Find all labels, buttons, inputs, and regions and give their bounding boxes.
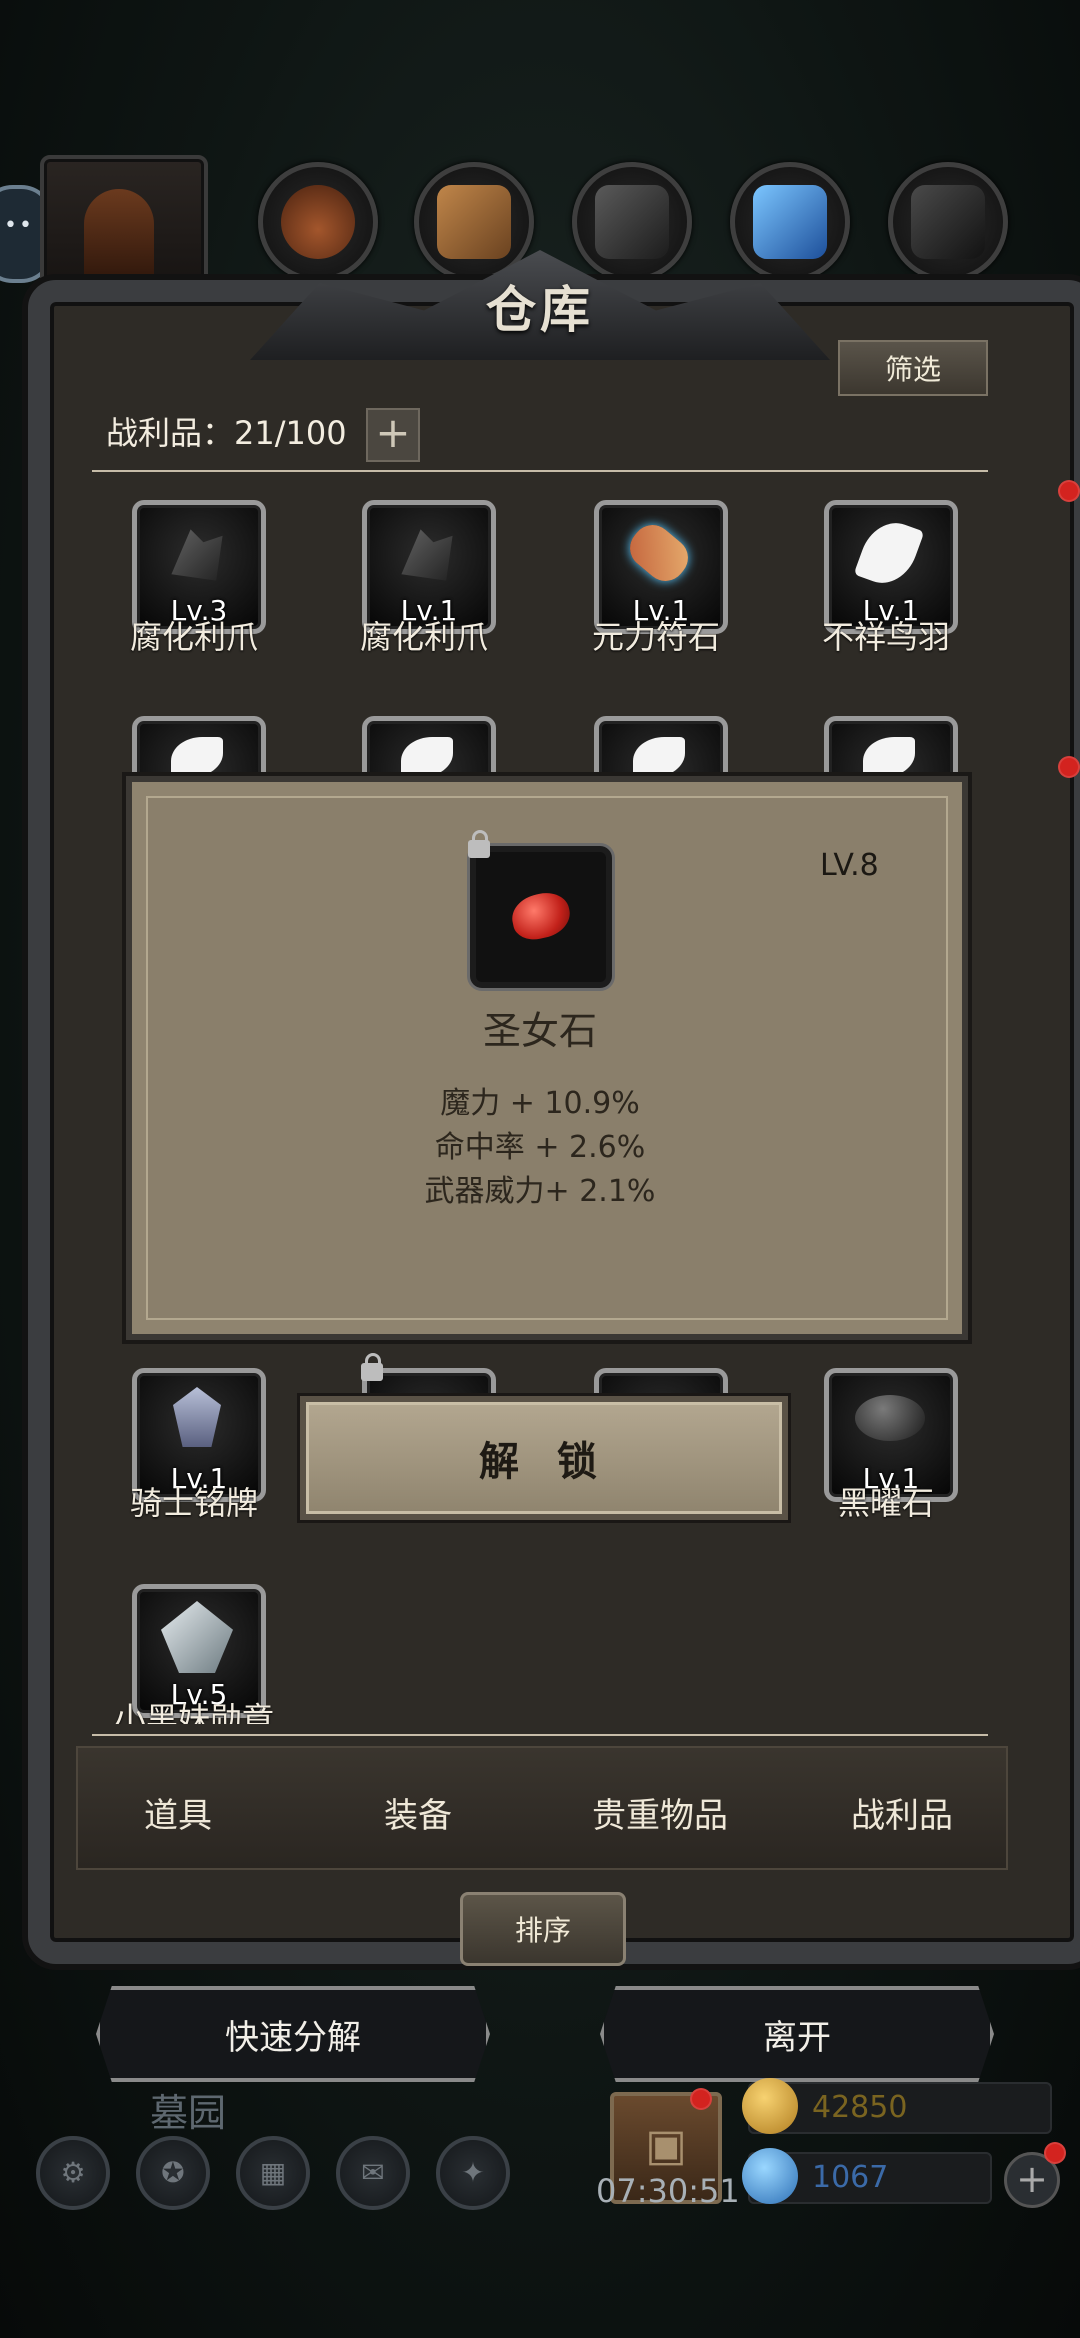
unlock-button[interactable]: 解 锁 — [300, 1396, 788, 1520]
detail-stat: 武器威力+ 2.1% — [424, 1174, 656, 1209]
crystal-medal-icon — [161, 1601, 233, 1673]
page-title: 仓库 — [486, 281, 594, 339]
feather-icon — [171, 737, 223, 777]
claw-icon — [171, 529, 223, 581]
lock-icon — [468, 830, 490, 858]
dark-ore-icon — [911, 185, 985, 259]
item-name: 腐化利爪 — [129, 618, 258, 656]
detail-item-slot — [468, 830, 612, 988]
item-name: 腐化利爪 — [359, 618, 488, 656]
gold-bar: 42850 — [742, 2078, 1052, 2134]
obsidian-icon — [855, 1395, 925, 1441]
feather-icon — [401, 737, 453, 777]
notification-dot — [1058, 480, 1080, 502]
divider — [92, 1734, 988, 1736]
gold-value: 42850 — [812, 2090, 908, 2125]
lock-icon — [361, 1353, 383, 1381]
gourd-icon — [281, 185, 355, 259]
feather-icon — [853, 514, 925, 592]
expand-capacity-button[interactable]: + — [366, 408, 420, 462]
item-name: 黑曜石 — [837, 1484, 934, 1522]
feather-icon — [863, 737, 915, 777]
notification-dot — [1044, 2142, 1066, 2164]
detail-stat: 命中率 + 2.6% — [434, 1130, 646, 1165]
category-potion[interactable] — [258, 162, 378, 282]
tab-equipment[interactable]: 装备 — [308, 1788, 528, 1837]
map-icon[interactable]: ▦ — [236, 2136, 310, 2210]
blue-crystal-icon — [753, 185, 827, 259]
item-name: 不祥鸟羽 — [821, 618, 950, 656]
sort-button[interactable]: 排序 — [460, 1892, 626, 1966]
wood-planks-icon — [437, 185, 511, 259]
cloak-icon — [84, 189, 154, 289]
tab-props[interactable]: 道具 — [68, 1788, 288, 1837]
tab-loot[interactable]: 战利品 — [792, 1788, 1012, 1837]
gold-coin-icon — [742, 2078, 798, 2134]
filter-button[interactable]: 筛选 — [838, 340, 988, 396]
settings-icon[interactable]: ⚙ — [36, 2136, 110, 2210]
knight-badge-icon — [173, 1387, 221, 1447]
detail-level: LV.8 — [820, 848, 879, 883]
rune-stone-icon — [621, 516, 697, 590]
mail-icon[interactable]: ✉ — [336, 2136, 410, 2210]
gem-bar: 1067 — [742, 2148, 992, 2204]
gem-currency-icon — [742, 2148, 798, 2204]
notification-dot — [1058, 756, 1080, 778]
item-name: 元力符石 — [591, 618, 720, 656]
item-name: 骑士铭牌 — [129, 1484, 258, 1522]
category-crystal[interactable] — [730, 162, 850, 282]
gem-value: 1067 — [812, 2160, 889, 2195]
claw-icon — [401, 529, 453, 581]
location-label: 墓园 — [150, 2091, 227, 2135]
timer: 07:30:51 — [596, 2172, 740, 2210]
star-icon[interactable]: ✪ — [136, 2136, 210, 2210]
quick-decompose-button[interactable]: 快速分解 — [96, 1986, 490, 2082]
tab-valuables[interactable]: 贵重物品 — [550, 1788, 770, 1837]
detail-stat: 魔力 + 10.9% — [440, 1086, 640, 1121]
notification-dot — [690, 2088, 712, 2110]
skill-icon[interactable]: ✦ — [436, 2136, 510, 2210]
feather-icon — [633, 737, 685, 777]
leave-button[interactable]: 离开 — [600, 1986, 994, 2082]
item-name: 小黑妹勋章 — [113, 1700, 274, 1724]
category-iron[interactable] — [572, 162, 692, 282]
detail-item-name: 圣女石 — [482, 1009, 597, 1053]
capacity-label: 战利品：21/100 — [106, 414, 347, 452]
iron-bar-icon — [595, 185, 669, 259]
category-ore[interactable] — [888, 162, 1008, 282]
divider — [92, 470, 988, 472]
red-gem-icon — [508, 888, 574, 944]
